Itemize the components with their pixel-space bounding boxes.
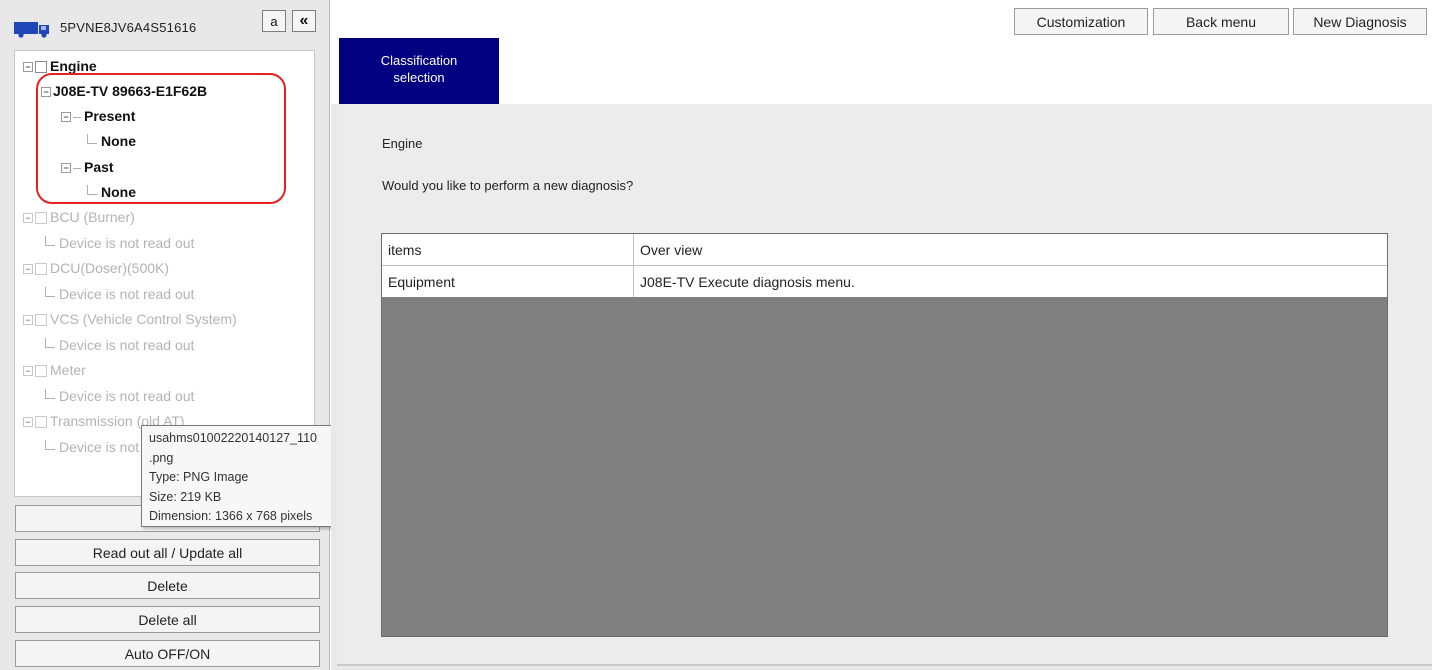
- tree-node-label: VCS (Vehicle Control System): [50, 311, 237, 327]
- column-header-items[interactable]: items: [382, 234, 634, 265]
- grid-header: items Over view: [382, 234, 1387, 266]
- tree-node-label: Device is not read out: [59, 286, 195, 302]
- collapse-toggle-icon[interactable]: −: [23, 366, 33, 377]
- tree-node-label: Device is not read out: [59, 388, 195, 404]
- tooltip-filename-ext: .png: [149, 450, 174, 465]
- checkbox-dcu[interactable]: [35, 263, 47, 276]
- checkbox-bcu[interactable]: [35, 212, 47, 225]
- diagnosis-prompt: Would you like to perform a new diagnosi…: [382, 178, 634, 193]
- checkbox-vcs[interactable]: [35, 314, 47, 327]
- delete-all-button[interactable]: Delete all: [15, 606, 320, 633]
- tree-node-meter-status: Device is not read out: [45, 387, 194, 405]
- tree-node-dcu[interactable]: − DCU(Doser)(500K): [23, 259, 169, 277]
- tree-node-vcs-status: Device is not read out: [45, 336, 194, 354]
- collapse-toggle-icon[interactable]: −: [23, 417, 33, 428]
- tree-connector: [45, 236, 55, 246]
- vehicle-header: 5PVNE8JV6A4S51616 a «: [0, 0, 330, 48]
- tooltip-filename: usahms01002220140127_110: [149, 431, 317, 445]
- tooltip-type: Type: PNG Image: [149, 470, 249, 484]
- tab-label-line1: Classification: [380, 53, 458, 68]
- tree-node-bcu[interactable]: − BCU (Burner): [23, 208, 135, 226]
- customization-button[interactable]: Customization: [1014, 8, 1148, 35]
- highlight-annotation: [36, 73, 286, 204]
- tree-connector: [45, 440, 55, 450]
- expand-tree-button[interactable]: a: [262, 10, 286, 32]
- tree-node-label: Engine: [50, 58, 97, 74]
- cell-overview: J08E-TV Execute diagnosis menu.: [640, 273, 855, 290]
- file-tooltip: usahms01002220140127_110 .png Type: PNG …: [141, 425, 346, 527]
- new-diagnosis-button[interactable]: New Diagnosis: [1293, 8, 1427, 35]
- delete-button[interactable]: Delete: [15, 572, 320, 599]
- table-row[interactable]: Equipment J08E-TV Execute diagnosis menu…: [382, 266, 1387, 297]
- tree-connector: [45, 287, 55, 297]
- tree-node-dcu-status: Device is not read out: [45, 285, 194, 303]
- tree-connector: [45, 338, 55, 348]
- tab-label-line2: selection: [393, 70, 445, 85]
- collapse-toggle-icon[interactable]: −: [23, 213, 33, 224]
- tree-node-bcu-status: Device is not read out: [45, 234, 194, 252]
- checkbox-transmission[interactable]: [35, 416, 47, 429]
- checkbox-meter[interactable]: [35, 365, 47, 378]
- right-pane: Customization Back menu New Diagnosis Cl…: [331, 0, 1432, 670]
- tree-node-vcs[interactable]: − VCS (Vehicle Control System): [23, 310, 237, 328]
- tree-connector: [45, 389, 55, 399]
- tab-strip: Classification selection: [331, 38, 1432, 104]
- truck-icon: [14, 22, 49, 38]
- tab-classification-selection[interactable]: Classification selection: [339, 38, 499, 104]
- tooltip-size: Size: 219 KB: [149, 489, 222, 504]
- top-toolbar: Customization Back menu New Diagnosis: [331, 0, 1432, 38]
- tree-node-label: Device is not read out: [59, 337, 195, 353]
- left-pane: 5PVNE8JV6A4S51616 a « − Engine − J08E-TV 8…: [0, 0, 346, 670]
- section-title: Engine: [382, 136, 423, 151]
- tree-node-label: Device is not read out: [59, 235, 195, 251]
- tree-node-label: BCU (Burner): [50, 209, 135, 225]
- collapse-toggle-icon[interactable]: −: [23, 62, 33, 73]
- divider: [337, 664, 1432, 666]
- column-header-overview[interactable]: Over view: [634, 234, 1387, 265]
- vehicle-vin: 5PVNE8JV6A4S51616: [60, 20, 197, 35]
- tree-node-label: DCU(Doser)(500K): [50, 260, 170, 276]
- read-all-button[interactable]: Read out all / Update all: [15, 539, 320, 566]
- tooltip-dimension: Dimension: 1366 x 768 pixels: [149, 509, 313, 523]
- tree-node-meter[interactable]: − Meter: [23, 361, 86, 379]
- overview-grid: items Over view Equipment J08E-TV Execut…: [381, 233, 1388, 637]
- collapse-toggle-icon[interactable]: −: [23, 264, 33, 275]
- cell-item: Equipment: [382, 266, 634, 297]
- checkbox-engine[interactable]: [35, 61, 47, 74]
- tree-node-label: Meter: [50, 362, 86, 378]
- back-menu-button[interactable]: Back menu: [1153, 8, 1289, 35]
- collapse-pane-button[interactable]: «: [292, 10, 316, 32]
- auto-toggle-button[interactable]: Auto OFF/ON: [15, 640, 320, 667]
- collapse-toggle-icon[interactable]: −: [23, 315, 33, 326]
